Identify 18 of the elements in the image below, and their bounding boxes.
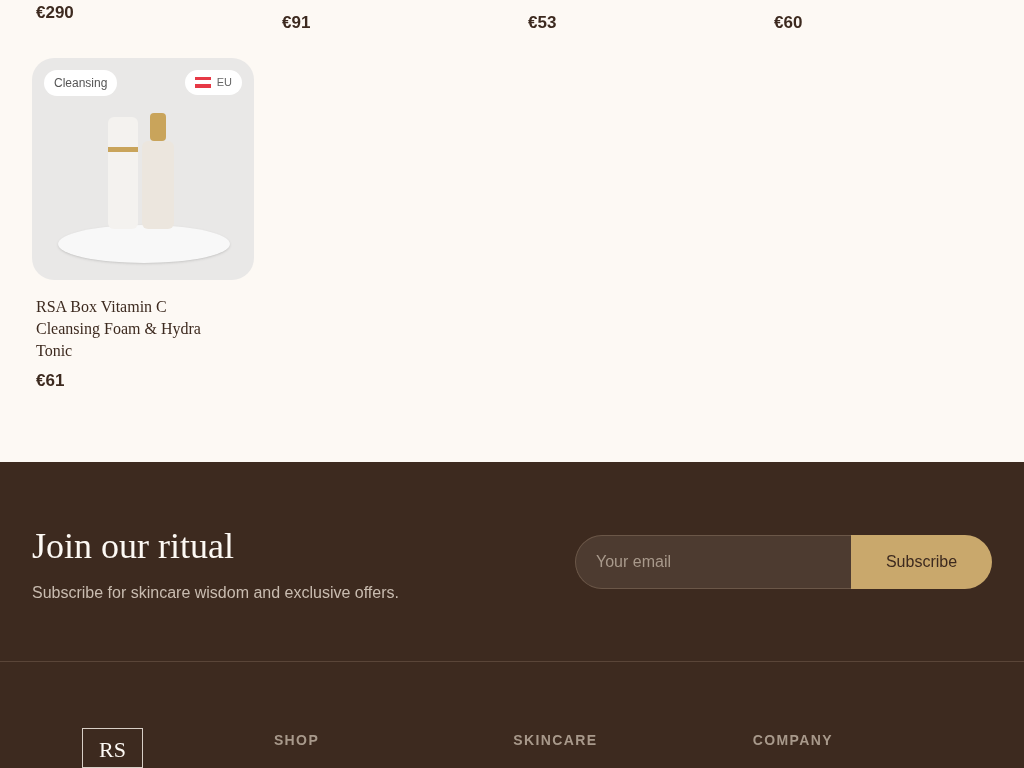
- footer-heading: SKINCARE: [513, 732, 598, 748]
- product-price: €53: [528, 13, 557, 32]
- product-price: €290: [36, 3, 74, 22]
- product-photo[interactable]: Cleansing EU: [32, 58, 254, 280]
- region-label: EU: [216, 75, 232, 90]
- product-price: €61: [35, 370, 66, 392]
- brand-logo[interactable]: RS: [82, 728, 143, 768]
- product-price: €91: [282, 13, 311, 32]
- email-field[interactable]: Your email: [575, 534, 851, 589]
- subscribe-button[interactable]: Subscribe: [851, 534, 992, 589]
- footer-heading: COMPANY: [752, 732, 833, 748]
- newsletter-subtext: Subscribe for skincare wisdom and exclusive offers.: [32, 582, 399, 603]
- footer-heading: SHOP: [273, 732, 320, 748]
- product-price: €60: [774, 13, 803, 32]
- newsletter-heading: Join our ritual: [32, 524, 235, 568]
- category-badge: Cleansing: [44, 70, 118, 96]
- product-title[interactable]: RSA Box Vitamin C Cleansing Foam & Hydra Tonic: [32, 296, 222, 362]
- flag-icon: [194, 76, 211, 88]
